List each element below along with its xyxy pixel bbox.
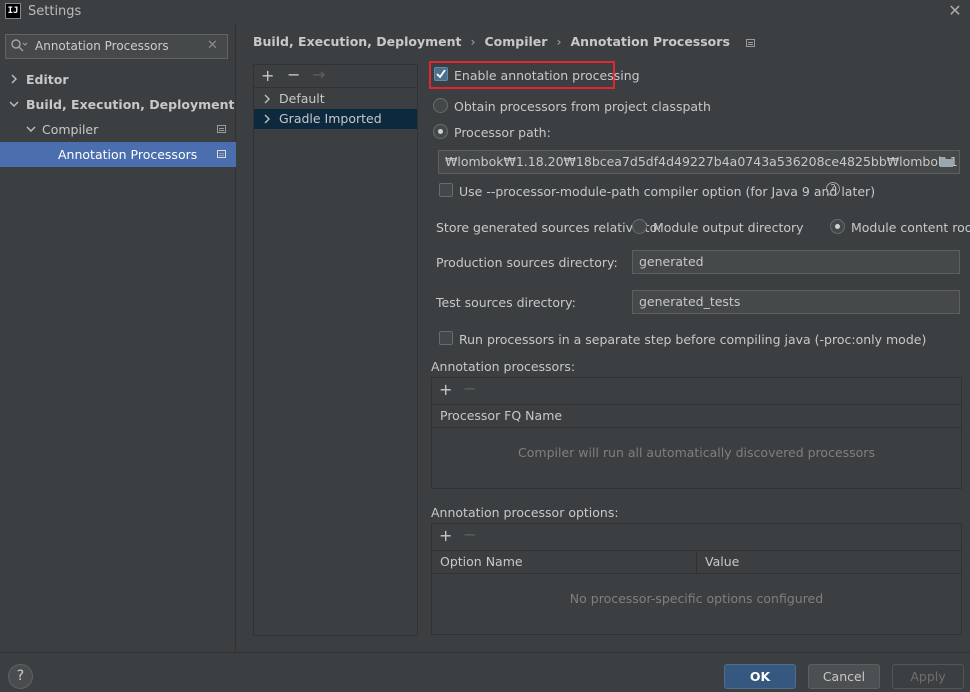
chevron-right-icon [11,74,17,84]
chevron-down-icon [26,126,36,132]
separate-step-checkbox[interactable] [439,331,453,345]
module-output-label: Module output directory [653,220,804,235]
tree-item-label: Annotation Processors [58,147,198,162]
obtain-classpath-label: Obtain processors from project classpath [454,99,711,114]
cancel-button[interactable]: Cancel [808,664,880,689]
add-icon[interactable]: + [439,382,452,398]
chevron-right-icon: › [470,34,476,49]
module-content-radio[interactable] [830,219,845,234]
tree-item-editor[interactable]: Editor [0,67,236,92]
processor-options-table [431,523,962,635]
chevron-right-icon: › [556,34,562,49]
production-dir-label: Production sources directory: [436,255,618,270]
app-logo-icon: IJ [5,3,21,19]
add-icon[interactable]: + [439,528,452,544]
processor-path-value: ₩lombok₩1.18.20₩18bcea7d5df4d49227b4a074… [445,154,959,169]
processor-path-field[interactable]: ₩lombok₩1.18.20₩18bcea7d5df4d49227b4a074… [438,150,960,174]
tree-item-compiler[interactable]: Compiler [0,117,236,142]
breadcrumb-item[interactable]: Build, Execution, Deployment [253,34,461,49]
ok-button[interactable]: OK [724,664,796,689]
enable-processing-checkbox[interactable] [434,67,448,81]
remove-icon[interactable]: − [287,67,300,83]
close-icon[interactable]: ✕ [945,1,965,21]
help-button[interactable]: ? [8,664,33,689]
add-icon[interactable]: + [261,68,274,84]
processor-options-title: Annotation processor options: [431,505,619,520]
search-value: Annotation Processors [35,39,169,53]
test-dir-label: Test sources directory: [436,295,576,310]
tree-item-label: Editor [26,72,69,87]
column-label: Processor FQ Name [440,408,563,423]
chevron-right-icon [264,114,270,124]
tree-item-build[interactable]: Build, Execution, Deployment [0,92,236,117]
remove-icon[interactable]: − [463,527,476,543]
processor-name-column-header[interactable]: Processor FQ Name [432,404,961,428]
options-empty-text: No processor-specific options configured [569,591,824,606]
chevron-down-icon [9,101,19,107]
window-title: Settings [28,4,82,19]
test-dir-field[interactable]: generated_tests [632,290,960,314]
remove-icon[interactable]: − [463,381,476,397]
annotation-processors-table [431,377,962,489]
move-arrow-icon[interactable]: → [312,67,325,83]
obtain-classpath-radio[interactable] [433,98,448,113]
project-settings-icon [746,39,756,47]
profile-item-default[interactable]: Default [254,89,417,109]
tree-item-label: Compiler [42,122,99,137]
processor-path-radio[interactable] [433,124,448,139]
breadcrumb-item[interactable]: Compiler [484,34,547,49]
folder-icon[interactable] [939,155,955,169]
processors-empty-text: Compiler will run all automatically disc… [518,445,875,460]
profile-label: Gradle Imported [279,111,382,126]
module-path-checkbox[interactable] [439,183,453,197]
title-bar [0,0,970,24]
profile-item-gradle-imported[interactable]: Gradle Imported [254,109,417,129]
separate-step-label: Run processors in a separate step before… [459,332,927,347]
chevron-right-icon [264,94,270,104]
annotation-processors-title: Annotation processors: [431,359,576,374]
breadcrumb-item: Annotation Processors [570,34,730,49]
processor-path-label: Processor path: [454,125,551,140]
profiles-toolbar [253,64,418,88]
module-output-radio[interactable] [632,219,647,234]
production-dir-field[interactable]: generated [632,250,960,274]
production-dir-value: generated [639,254,704,269]
option-name-column-header[interactable]: Option Name [432,550,697,574]
column-label: Value [705,554,740,569]
store-relative-label: Store generated sources relative to: [436,220,662,235]
breadcrumb: Build, Execution, Deployment › Compiler › An… [253,34,756,49]
profile-label: Default [279,91,325,106]
check-icon [436,69,446,79]
help-icon[interactable]: ? [826,182,840,196]
option-value-column-header[interactable]: Value [697,550,961,574]
column-label: Option Name [440,554,523,569]
module-path-label: Use --processor-module-path compiler opt… [459,184,876,199]
enable-processing-label: Enable annotation processing [454,68,640,83]
search-icon [11,39,28,52]
tree-item-annotation-processors[interactable]: Annotation Processors [0,142,236,167]
apply-button[interactable]: Apply [892,664,964,689]
module-content-label: Module content root [851,220,970,235]
profiles-panel [253,64,418,636]
project-settings-icon [217,125,226,133]
test-dir-value: generated_tests [639,294,741,309]
clear-search-icon[interactable]: ✕ [207,38,218,53]
tree-item-label: Build, Execution, Deployment [26,97,235,112]
project-settings-icon [217,150,226,158]
